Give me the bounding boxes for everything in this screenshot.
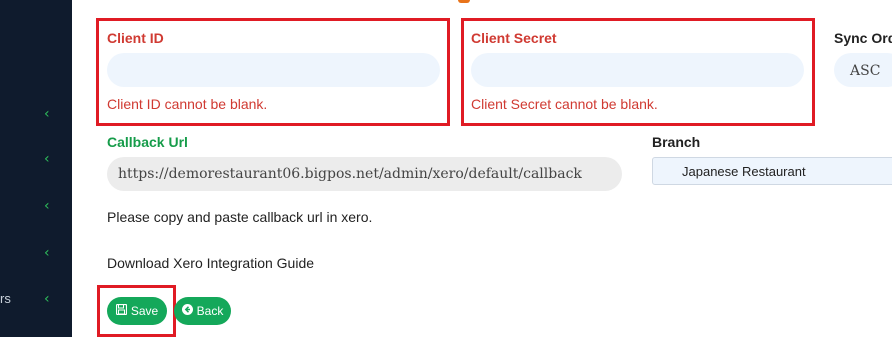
save-button[interactable]: Save [107, 297, 167, 325]
client-id-label: Client ID [107, 30, 164, 46]
back-label: Back [196, 304, 224, 318]
download-guide-link[interactable]: Download Xero Integration Guide [107, 255, 314, 271]
sidebar-chevron-icon[interactable]: ‹ [44, 107, 54, 121]
floppy-disk-icon [115, 303, 127, 318]
sidebar-chevron-icon[interactable]: ‹ [44, 152, 54, 166]
callback-help-text: Please copy and paste callback url in xe… [107, 209, 373, 225]
sync-order-value: ASC [850, 63, 881, 79]
sync-order-select[interactable]: ASC [834, 53, 892, 87]
sync-order-label: Sync Ord [834, 30, 892, 46]
client-id-error: Client ID cannot be blank. [107, 96, 268, 112]
sidebar-item-label[interactable]: rs [0, 291, 11, 306]
callback-url-value: https://demorestaurant06.bigpos.net/admi… [118, 166, 582, 182]
top-accent [458, 0, 470, 3]
client-id-input[interactable] [107, 53, 440, 87]
callback-url-label: Callback Url [107, 134, 188, 150]
save-label: Save [130, 304, 159, 318]
branch-select[interactable]: Japanese Restaurant [652, 157, 892, 185]
client-secret-label: Client Secret [471, 30, 557, 46]
branch-value: Japanese Restaurant [682, 164, 806, 179]
sidebar-chevron-icon[interactable]: ‹ [44, 199, 54, 213]
circle-arrow-left-icon [181, 304, 193, 318]
callback-url-input[interactable]: https://demorestaurant06.bigpos.net/admi… [107, 157, 622, 191]
sidebar: ‹ ‹ ‹ ‹ rs ‹ [0, 0, 72, 337]
back-button[interactable]: Back [174, 297, 231, 325]
sidebar-chevron-icon[interactable]: ‹ [44, 246, 54, 260]
sidebar-chevron-icon[interactable]: ‹ [44, 292, 54, 306]
client-secret-input[interactable] [471, 53, 804, 87]
client-secret-error: Client Secret cannot be blank. [471, 96, 658, 112]
branch-label: Branch [652, 134, 701, 150]
